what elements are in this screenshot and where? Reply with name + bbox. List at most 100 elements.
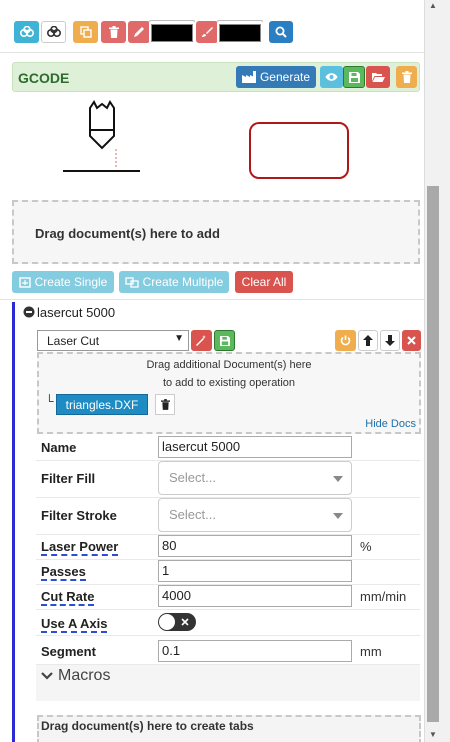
clear-all-button[interactable]: Clear All [235,271,293,293]
arrow-up-icon [363,335,373,346]
create-multiple-label: Create Multiple [142,275,224,289]
passes-label[interactable]: Passes [41,564,86,581]
scroll-down-icon[interactable]: ▼ [428,731,438,739]
use-a-axis-label[interactable]: Use A Axis [41,616,108,633]
generate-label: Generate [259,70,311,84]
save-icon [348,71,360,83]
laser-power-input[interactable]: 80 [158,535,352,557]
save-operation-button[interactable] [214,330,235,351]
save-icon [219,335,230,346]
cut-rate-unit: mm/min [360,589,407,604]
operation-dropzone-line1: Drag additional Document(s) here [146,359,312,371]
stroke-color-button[interactable] [128,21,150,43]
magic-wand-button[interactable] [191,330,212,351]
objects-outline-icon [46,26,61,38]
tabs-dropzone[interactable]: Drag document(s) here to create tabs [37,715,421,742]
documents-dropzone-text: Drag document(s) here to add [35,226,220,241]
move-up-button[interactable] [358,330,378,351]
tabs-dropzone-text: Drag document(s) here to create tabs [41,719,254,733]
generate-button[interactable]: Generate [236,66,316,88]
fill-color-button[interactable] [196,21,218,43]
pencil-icon [134,27,144,37]
gcode-title: GCODE [18,70,70,86]
fill-color-swatch[interactable] [217,22,263,44]
use-a-axis-toggle[interactable] [158,613,196,631]
brush-icon [202,27,213,37]
operation-type-value: Laser Cut [47,334,100,348]
toolbar-divider [0,52,424,53]
objects-icon [19,26,34,38]
hide-docs-link[interactable]: Hide Docs [365,418,416,430]
document-chip-label: triangles.DXF [65,398,139,412]
view-gcode-button[interactable] [320,66,343,88]
power-icon [340,335,351,346]
documents-dropzone[interactable]: Drag document(s) here to add [12,200,420,264]
toggle-operation-button[interactable] [335,330,356,351]
save-gcode-button[interactable] [343,66,365,88]
workpiece-preview [249,122,349,179]
select-caret-icon: ▼ [174,333,184,344]
select-none-button[interactable] [41,21,66,43]
row-divider [36,635,420,636]
laser-head-illustration [63,100,140,172]
search-button[interactable] [269,21,293,43]
operation-documents-dropzone[interactable]: Drag additional Document(s) here to add … [37,352,421,434]
scroll-up-icon[interactable]: ▲ [428,2,438,10]
trash-icon [401,71,412,83]
trash-icon [108,26,119,38]
close-icon [181,618,189,626]
copy-button[interactable] [73,21,98,43]
segment-unit: mm [360,644,382,659]
factory-icon [241,71,256,83]
stroke-color-swatch[interactable] [149,22,195,44]
scrollbar-thumb[interactable] [427,186,439,722]
chevron-down-icon [333,476,343,482]
segment-input[interactable]: 0.1 [158,640,352,662]
load-gcode-button[interactable] [366,66,390,88]
operation-selected-bar [12,302,15,742]
cut-rate-input[interactable]: 4000 [158,585,352,607]
create-single-label: Create Single [34,275,108,289]
operation-dropzone-line2: to add to existing operation [162,377,296,389]
laser-power-label[interactable]: Laser Power [41,539,119,556]
passes-input[interactable]: 1 [158,560,352,582]
tree-branch-glyph: └ [45,394,54,408]
filter-fill-label: Filter Fill [41,471,96,486]
filter-stroke-select[interactable]: Select... [158,498,352,532]
create-single-button[interactable]: Create Single [12,271,114,293]
filter-stroke-label: Filter Stroke [41,508,117,523]
create-multiple-icon [124,276,139,288]
minus-circle-icon[interactable] [23,306,35,318]
search-icon [275,26,287,38]
macros-toggle[interactable]: Macros [58,667,110,685]
create-multiple-button[interactable]: Create Multiple [119,271,229,293]
remove-document-button[interactable] [155,394,175,415]
folder-open-icon [371,73,385,82]
close-icon [407,336,416,345]
operation-title[interactable]: lasercut 5000 [37,305,115,320]
chevron-down-icon [333,513,343,519]
copy-icon [79,26,92,38]
remove-operation-button[interactable] [402,330,421,351]
cut-rate-label[interactable]: Cut Rate [41,589,95,606]
name-input[interactable]: lasercut 5000 [158,436,352,458]
cam-panel: GCODE Generate Drag document(s) here to … [0,0,424,742]
operation-type-select[interactable]: Laser Cut ▼ [37,330,189,351]
operations-divider [0,299,424,300]
select-all-button[interactable] [14,21,39,43]
chevron-down-icon[interactable] [41,671,53,681]
name-label: Name [41,440,77,455]
filter-fill-select[interactable]: Select... [158,461,352,495]
arrow-down-icon [385,335,395,346]
create-single-icon [18,276,31,288]
trash-icon [160,399,170,410]
filter-stroke-placeholder: Select... [169,507,216,522]
row-divider [36,609,420,610]
delete-selected-button[interactable] [101,21,126,43]
clear-all-label: Clear All [241,275,287,289]
document-chip[interactable]: triangles.DXF [56,394,148,415]
toggle-knob [159,614,175,630]
vertical-scrollbar[interactable]: ▲ ▼ [424,0,450,742]
clear-gcode-button[interactable] [396,66,417,88]
move-down-button[interactable] [380,330,400,351]
